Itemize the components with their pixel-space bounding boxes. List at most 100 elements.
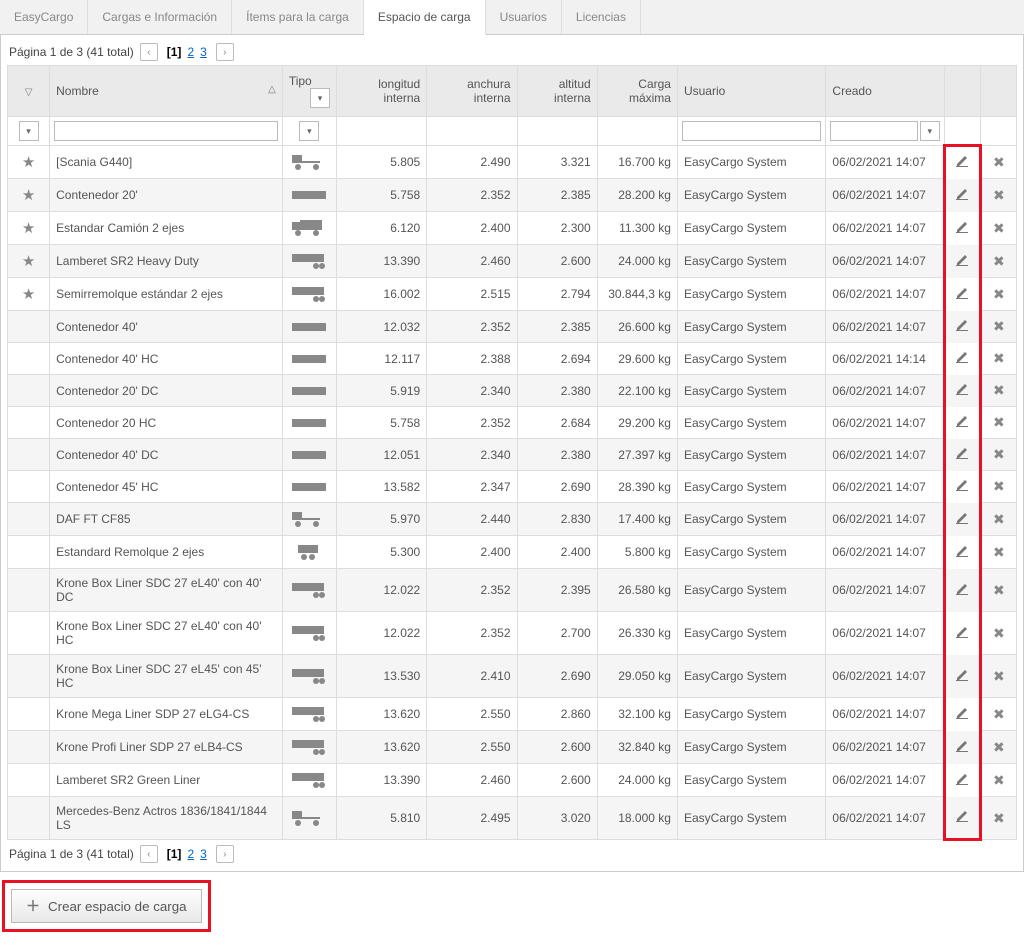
- col-creado[interactable]: Creado: [826, 66, 944, 117]
- favorite-icon[interactable]: [8, 569, 50, 612]
- edit-icon[interactable]: [944, 698, 980, 731]
- tab-easycargo[interactable]: EasyCargo: [0, 0, 88, 34]
- col-nombre[interactable]: Nombre △: [50, 66, 283, 117]
- edit-icon[interactable]: [944, 311, 980, 343]
- tab--tems-para-la-carga[interactable]: Ítems para la carga: [232, 0, 364, 34]
- pager-page-3[interactable]: 3: [200, 45, 207, 59]
- favorite-icon[interactable]: ★: [8, 245, 50, 278]
- edit-icon[interactable]: [944, 797, 980, 840]
- pager-next[interactable]: ›: [216, 845, 234, 863]
- cell-height: 2.694: [517, 343, 597, 375]
- favorite-icon[interactable]: [8, 612, 50, 655]
- edit-icon[interactable]: [944, 612, 980, 655]
- pager-page-3[interactable]: 3: [200, 847, 207, 861]
- delete-icon[interactable]: ✖: [980, 375, 1016, 407]
- tab-espacio-de-carga[interactable]: Espacio de carga: [364, 0, 486, 35]
- favorite-icon[interactable]: [8, 764, 50, 797]
- favorite-icon[interactable]: [8, 375, 50, 407]
- delete-icon[interactable]: ✖: [980, 179, 1016, 212]
- delete-icon[interactable]: ✖: [980, 278, 1016, 311]
- col-longitud[interactable]: longitud interna: [336, 66, 426, 117]
- delete-icon[interactable]: ✖: [980, 471, 1016, 503]
- delete-icon[interactable]: ✖: [980, 612, 1016, 655]
- favorite-icon[interactable]: [8, 797, 50, 840]
- delete-icon[interactable]: ✖: [980, 569, 1016, 612]
- col-anchura[interactable]: anchura interna: [427, 66, 517, 117]
- table-row: DAF FT CF855.9702.4402.83017.400 kgEasyC…: [8, 503, 1017, 536]
- filter-fav[interactable]: ▾: [19, 121, 39, 141]
- delete-icon[interactable]: ✖: [980, 764, 1016, 797]
- edit-icon[interactable]: [944, 212, 980, 245]
- favorite-icon[interactable]: [8, 471, 50, 503]
- delete-icon[interactable]: ✖: [980, 212, 1016, 245]
- edit-icon[interactable]: [944, 439, 980, 471]
- vehicle-type-icon: [282, 245, 336, 278]
- cell-maxload: 24.000 kg: [597, 764, 677, 797]
- favorite-icon[interactable]: ★: [8, 212, 50, 245]
- edit-icon[interactable]: [944, 503, 980, 536]
- pager-page-2[interactable]: 2: [187, 847, 194, 861]
- edit-icon[interactable]: [944, 536, 980, 569]
- tab-cargas-e-informaci-n[interactable]: Cargas e Información: [88, 0, 232, 34]
- delete-icon[interactable]: ✖: [980, 655, 1016, 698]
- edit-icon[interactable]: [944, 569, 980, 612]
- filter-name[interactable]: [54, 121, 278, 141]
- favorite-icon[interactable]: ★: [8, 278, 50, 311]
- favorite-icon[interactable]: [8, 503, 50, 536]
- favorite-icon[interactable]: [8, 536, 50, 569]
- favorite-icon[interactable]: [8, 407, 50, 439]
- edit-icon[interactable]: [944, 407, 980, 439]
- favorite-icon[interactable]: ★: [8, 146, 50, 179]
- delete-icon[interactable]: ✖: [980, 731, 1016, 764]
- pager-next[interactable]: ›: [216, 43, 234, 61]
- filter-type[interactable]: ▾: [299, 121, 319, 141]
- edit-icon[interactable]: [944, 471, 980, 503]
- edit-icon[interactable]: [944, 146, 980, 179]
- delete-icon[interactable]: ✖: [980, 245, 1016, 278]
- edit-icon[interactable]: [944, 343, 980, 375]
- favorite-icon[interactable]: [8, 731, 50, 764]
- tab-usuarios[interactable]: Usuarios: [486, 0, 562, 34]
- cell-length: 12.022: [336, 569, 426, 612]
- delete-icon[interactable]: ✖: [980, 407, 1016, 439]
- pager-prev[interactable]: ‹: [140, 43, 158, 61]
- pager-page-2[interactable]: 2: [187, 45, 194, 59]
- cell-length: 13.620: [336, 698, 426, 731]
- edit-icon[interactable]: [944, 245, 980, 278]
- edit-icon[interactable]: [944, 731, 980, 764]
- create-cargospace-button[interactable]: ＋ Crear espacio de carga: [11, 889, 202, 923]
- edit-icon[interactable]: [944, 764, 980, 797]
- delete-icon[interactable]: ✖: [980, 797, 1016, 840]
- delete-icon[interactable]: ✖: [980, 536, 1016, 569]
- edit-icon[interactable]: [944, 278, 980, 311]
- favorite-icon[interactable]: [8, 343, 50, 375]
- col-usuario[interactable]: Usuario: [677, 66, 825, 117]
- delete-icon[interactable]: ✖: [980, 343, 1016, 375]
- favorite-icon[interactable]: [8, 698, 50, 731]
- cell-length: 13.582: [336, 471, 426, 503]
- edit-icon[interactable]: [944, 375, 980, 407]
- filter-date-dd[interactable]: ▾: [920, 121, 940, 141]
- col-tipo[interactable]: Tipo ▾: [282, 66, 336, 117]
- favorite-icon[interactable]: [8, 311, 50, 343]
- delete-icon[interactable]: ✖: [980, 146, 1016, 179]
- delete-icon[interactable]: ✖: [980, 439, 1016, 471]
- col-carga[interactable]: Carga máxima: [597, 66, 677, 117]
- col-favorite[interactable]: ▽: [8, 66, 50, 117]
- col-altitud[interactable]: altitud interna: [517, 66, 597, 117]
- favorite-icon[interactable]: ★: [8, 179, 50, 212]
- favorite-icon[interactable]: [8, 439, 50, 471]
- cell-user: EasyCargo System: [677, 343, 825, 375]
- delete-icon[interactable]: ✖: [980, 698, 1016, 731]
- favorite-icon[interactable]: [8, 655, 50, 698]
- edit-icon[interactable]: [944, 179, 980, 212]
- filter-user[interactable]: [682, 121, 821, 141]
- table-row: Contenedor 40' DC12.0512.3402.38027.397 …: [8, 439, 1017, 471]
- delete-icon[interactable]: ✖: [980, 311, 1016, 343]
- pager-prev[interactable]: ‹: [140, 845, 158, 863]
- tab-licencias[interactable]: Licencias: [562, 0, 641, 34]
- delete-icon[interactable]: ✖: [980, 503, 1016, 536]
- filter-date[interactable]: [830, 121, 917, 141]
- table-row: Krone Box Liner SDC 27 eL40' con 40' DC1…: [8, 569, 1017, 612]
- edit-icon[interactable]: [944, 655, 980, 698]
